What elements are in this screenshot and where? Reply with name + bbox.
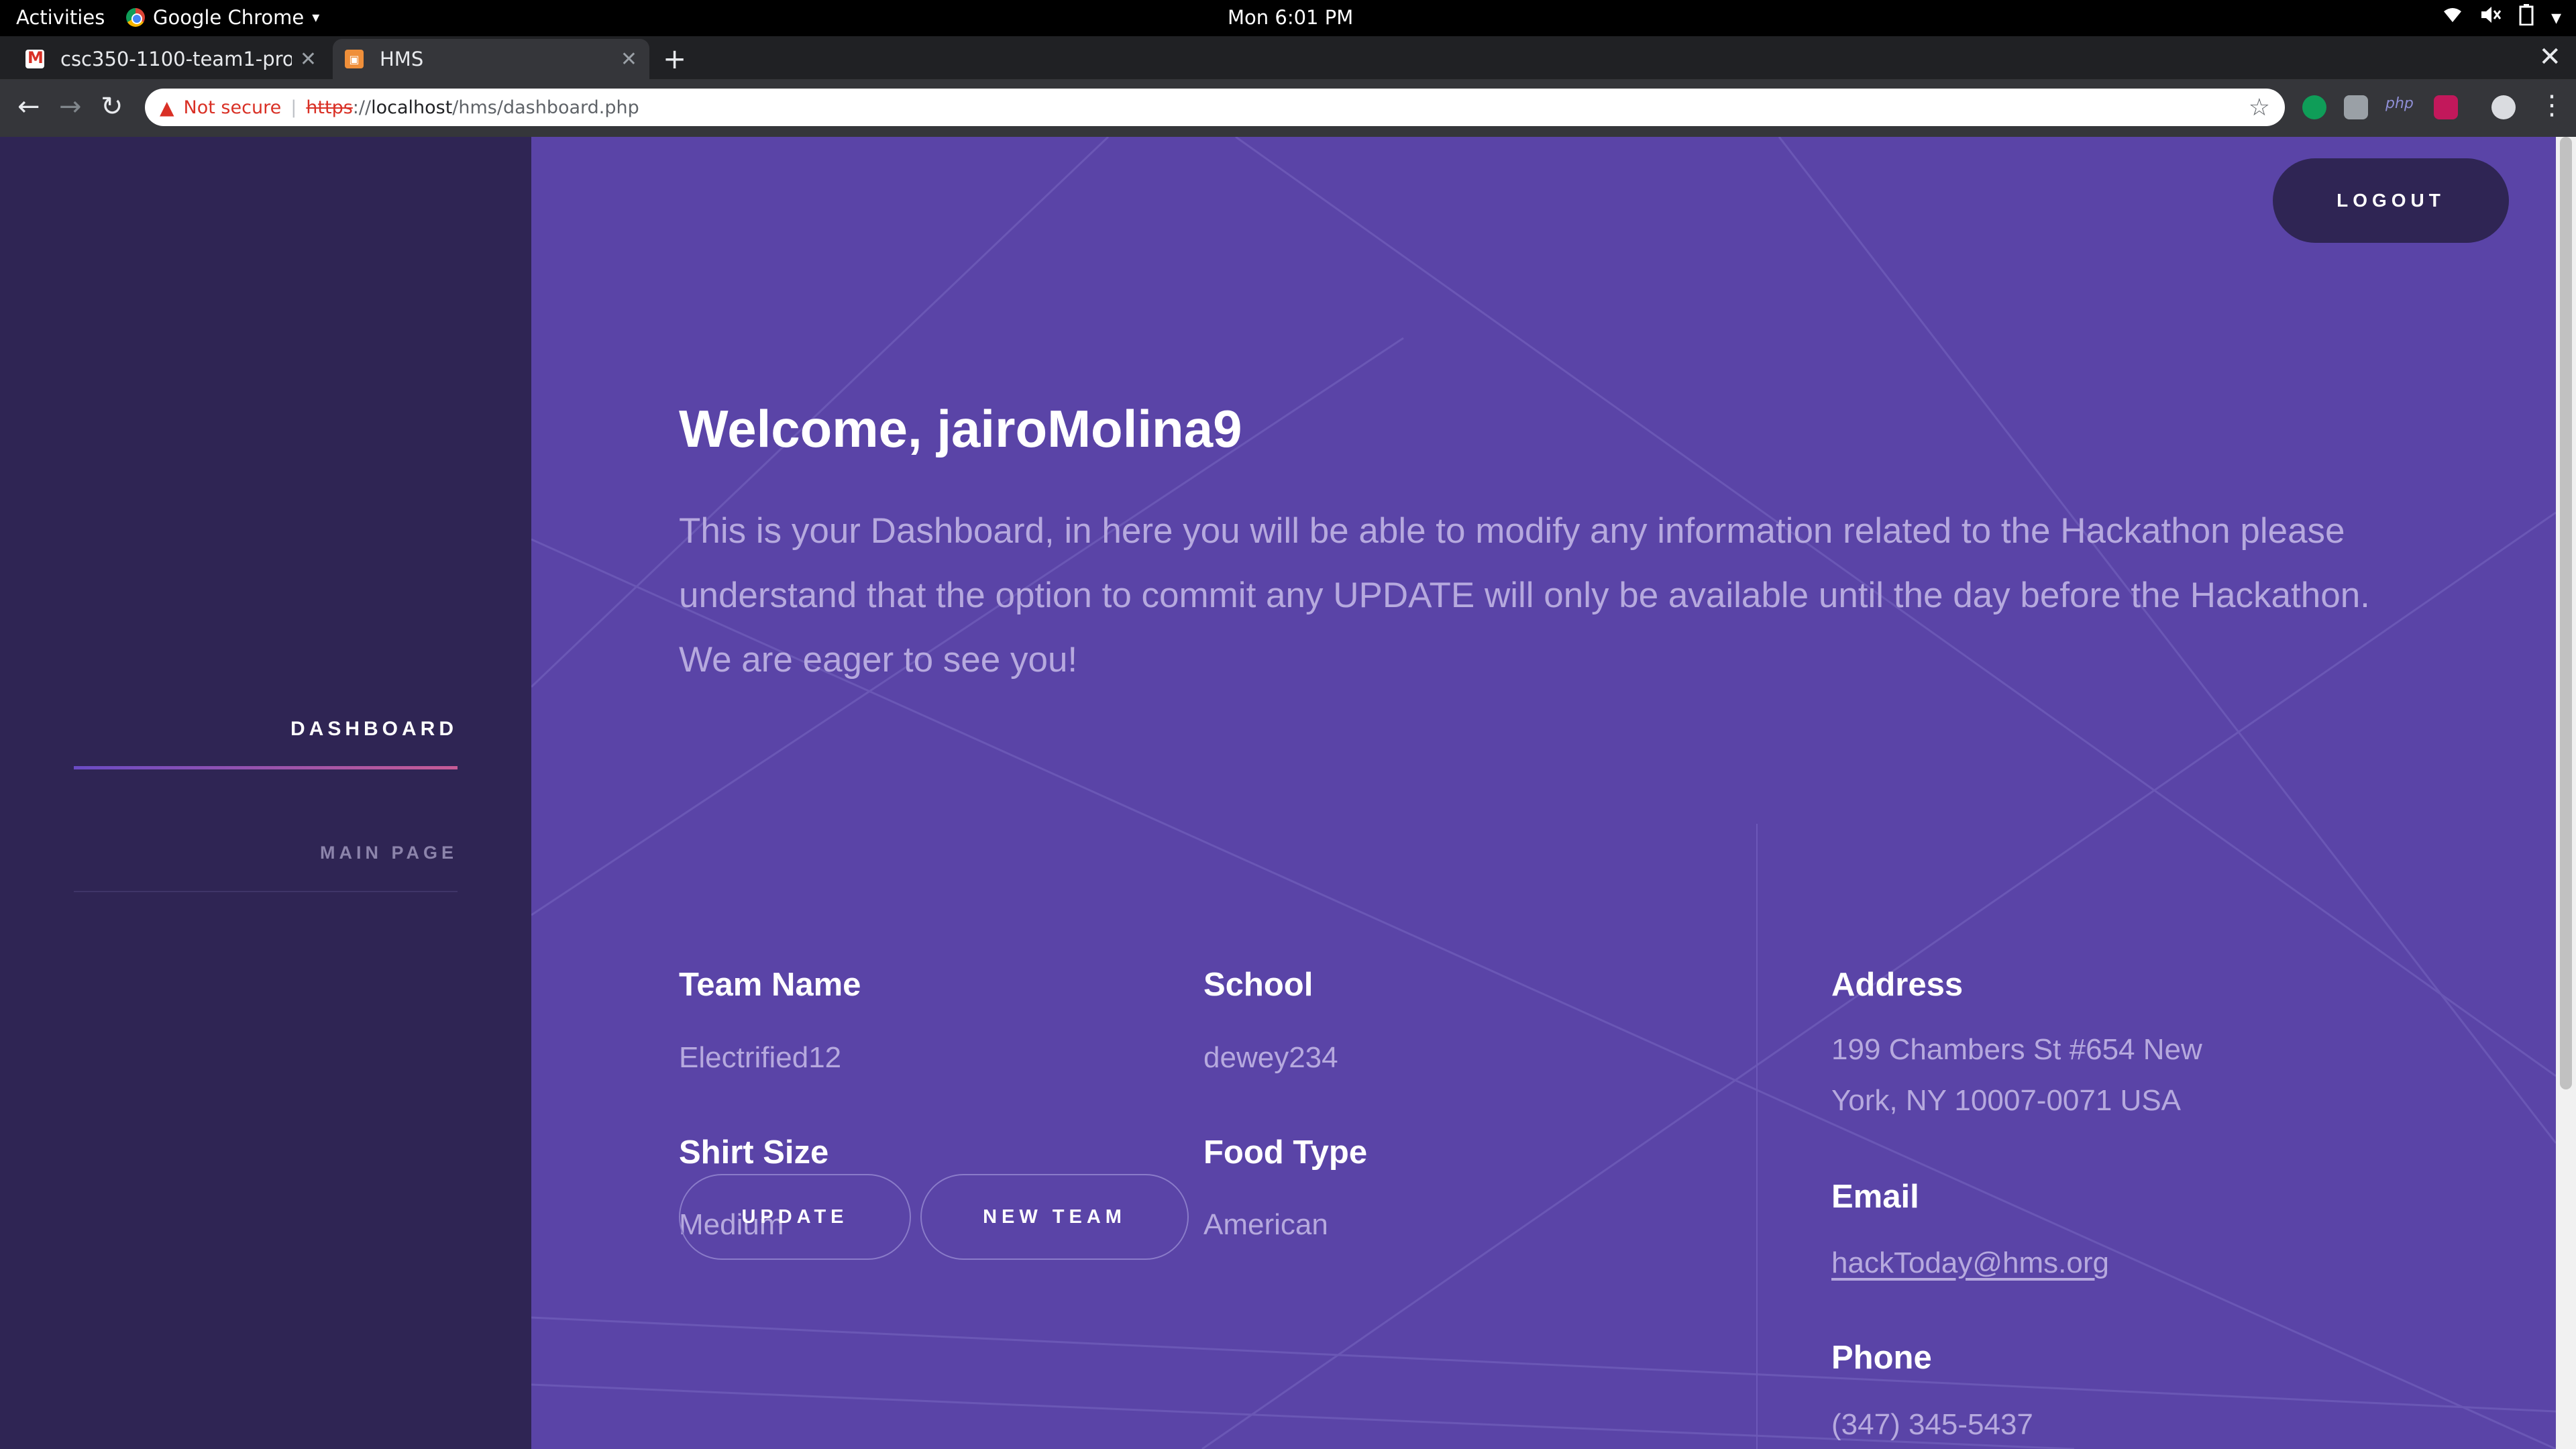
email-link[interactable]: hackToday@hms.org (1831, 1246, 2109, 1280)
sidebar-item-main-page[interactable]: MAIN PAGE (74, 843, 458, 863)
dashboard-intro: This is your Dashboard, in here you will… (679, 499, 2450, 692)
scrollbar-thumb[interactable] (2560, 137, 2572, 1089)
system-tray[interactable]: ▾ (2443, 4, 2561, 31)
hms-icon: ▣ (345, 50, 364, 68)
forward-arrow-icon[interactable]: → (59, 91, 82, 122)
new-team-button[interactable]: NEW TEAM (920, 1174, 1189, 1260)
url-scheme: https (306, 97, 353, 118)
tab-title: csc350-1100-team1-proj (60, 48, 292, 70)
app-menu-label: Google Chrome (153, 6, 305, 29)
url-path: /hms/dashboard.php (452, 97, 639, 118)
team-name-value: Electrified12 (679, 1041, 842, 1074)
battery-icon (2519, 4, 2534, 31)
chrome-icon (126, 8, 145, 27)
app-menu[interactable]: Google Chrome ▾ (126, 6, 319, 29)
wifi-icon (2443, 5, 2463, 30)
system-menu-caret-icon: ▾ (2551, 5, 2561, 30)
main-content: LOGOUT Welcome, jairoMolina9 This is you… (531, 137, 2556, 1449)
shirt-size-label: Shirt Size (679, 1134, 829, 1171)
activities-button[interactable]: Activities (16, 6, 105, 29)
profile-avatar-icon[interactable] (2491, 95, 2516, 119)
page-viewport: DASHBOARD MAIN PAGE LOGOUT Welcome, jair… (0, 137, 2576, 1449)
gmail-icon (25, 48, 44, 68)
page-title: Welcome, jairoMolina9 (679, 399, 1242, 458)
url-scheme-separator: :// (352, 97, 372, 118)
school-value: dewey234 (1203, 1041, 1338, 1074)
divider (74, 891, 458, 892)
php-extension-icon[interactable]: php (2385, 95, 2414, 119)
kebab-menu-icon[interactable]: ⋮ (2538, 90, 2565, 121)
address-label: Address (1831, 967, 1964, 1003)
back-arrow-icon[interactable]: ← (17, 91, 40, 122)
address-line-1: 199 Chambers St #654 New (1831, 1033, 2202, 1066)
food-type-label: Food Type (1203, 1134, 1368, 1171)
food-type-value: American (1203, 1208, 1328, 1241)
volume-muted-icon (2480, 5, 2502, 30)
active-indicator (74, 766, 458, 769)
phone-value: (347) 345-5437 (1831, 1408, 2033, 1441)
reload-icon[interactable]: ↻ (101, 91, 123, 122)
tab-gmail[interactable]: csc350-1100-team1-proj ✕ (13, 39, 329, 79)
intro-text: This is your Dashboard, in here you will… (679, 511, 2370, 615)
sidebar: DASHBOARD MAIN PAGE (0, 137, 531, 1449)
school-label: School (1203, 967, 1313, 1003)
system-top-bar: Activities Google Chrome ▾ Mon 6:01 PM ▾ (0, 0, 2576, 36)
caret-down-icon: ▾ (312, 9, 320, 26)
tab-strip: csc350-1100-team1-proj ✕ ▣ HMS ✕ + ✕ (0, 36, 2576, 79)
sidebar-item-dashboard[interactable]: DASHBOARD (74, 718, 458, 741)
close-icon[interactable]: ✕ (300, 48, 317, 71)
extension-icon[interactable] (2344, 95, 2368, 119)
logout-button[interactable]: LOGOUT (2273, 158, 2509, 243)
separator: | (290, 97, 297, 118)
warning-icon: ▲ (160, 96, 174, 119)
clock[interactable]: Mon 6:01 PM (1228, 6, 1353, 29)
tab-hms[interactable]: ▣ HMS ✕ (333, 39, 649, 79)
intro-outro: We are eager to see you! (679, 640, 1078, 680)
notification-extension-icon[interactable] (2434, 95, 2458, 119)
url-host: localhost (371, 97, 453, 118)
tab-title: HMS (380, 48, 424, 70)
column-divider (1756, 824, 1758, 1449)
team-name-label: Team Name (679, 967, 861, 1003)
close-icon[interactable]: ✕ (621, 48, 637, 71)
phone-label: Phone (1831, 1340, 1932, 1376)
address-bar[interactable]: ▲ Not secure | https://localhost/hms/das… (145, 89, 2285, 126)
update-button[interactable]: UPDATE (679, 1174, 911, 1260)
new-tab-button[interactable]: + (663, 43, 686, 75)
grammarly-extension-icon[interactable] (2302, 95, 2326, 119)
address-line-2: York, NY 10007-0071 USA (1831, 1084, 2182, 1117)
email-label: Email (1831, 1179, 1919, 1215)
window-close-icon[interactable]: ✕ (2538, 42, 2561, 72)
browser-toolbar: ← → ↻ ▲ Not secure | https://localhost/h… (0, 79, 2576, 137)
bookmark-star-icon[interactable]: ☆ (2249, 94, 2270, 121)
scrollbar[interactable] (2556, 137, 2576, 1449)
security-label[interactable]: Not secure (184, 97, 282, 118)
